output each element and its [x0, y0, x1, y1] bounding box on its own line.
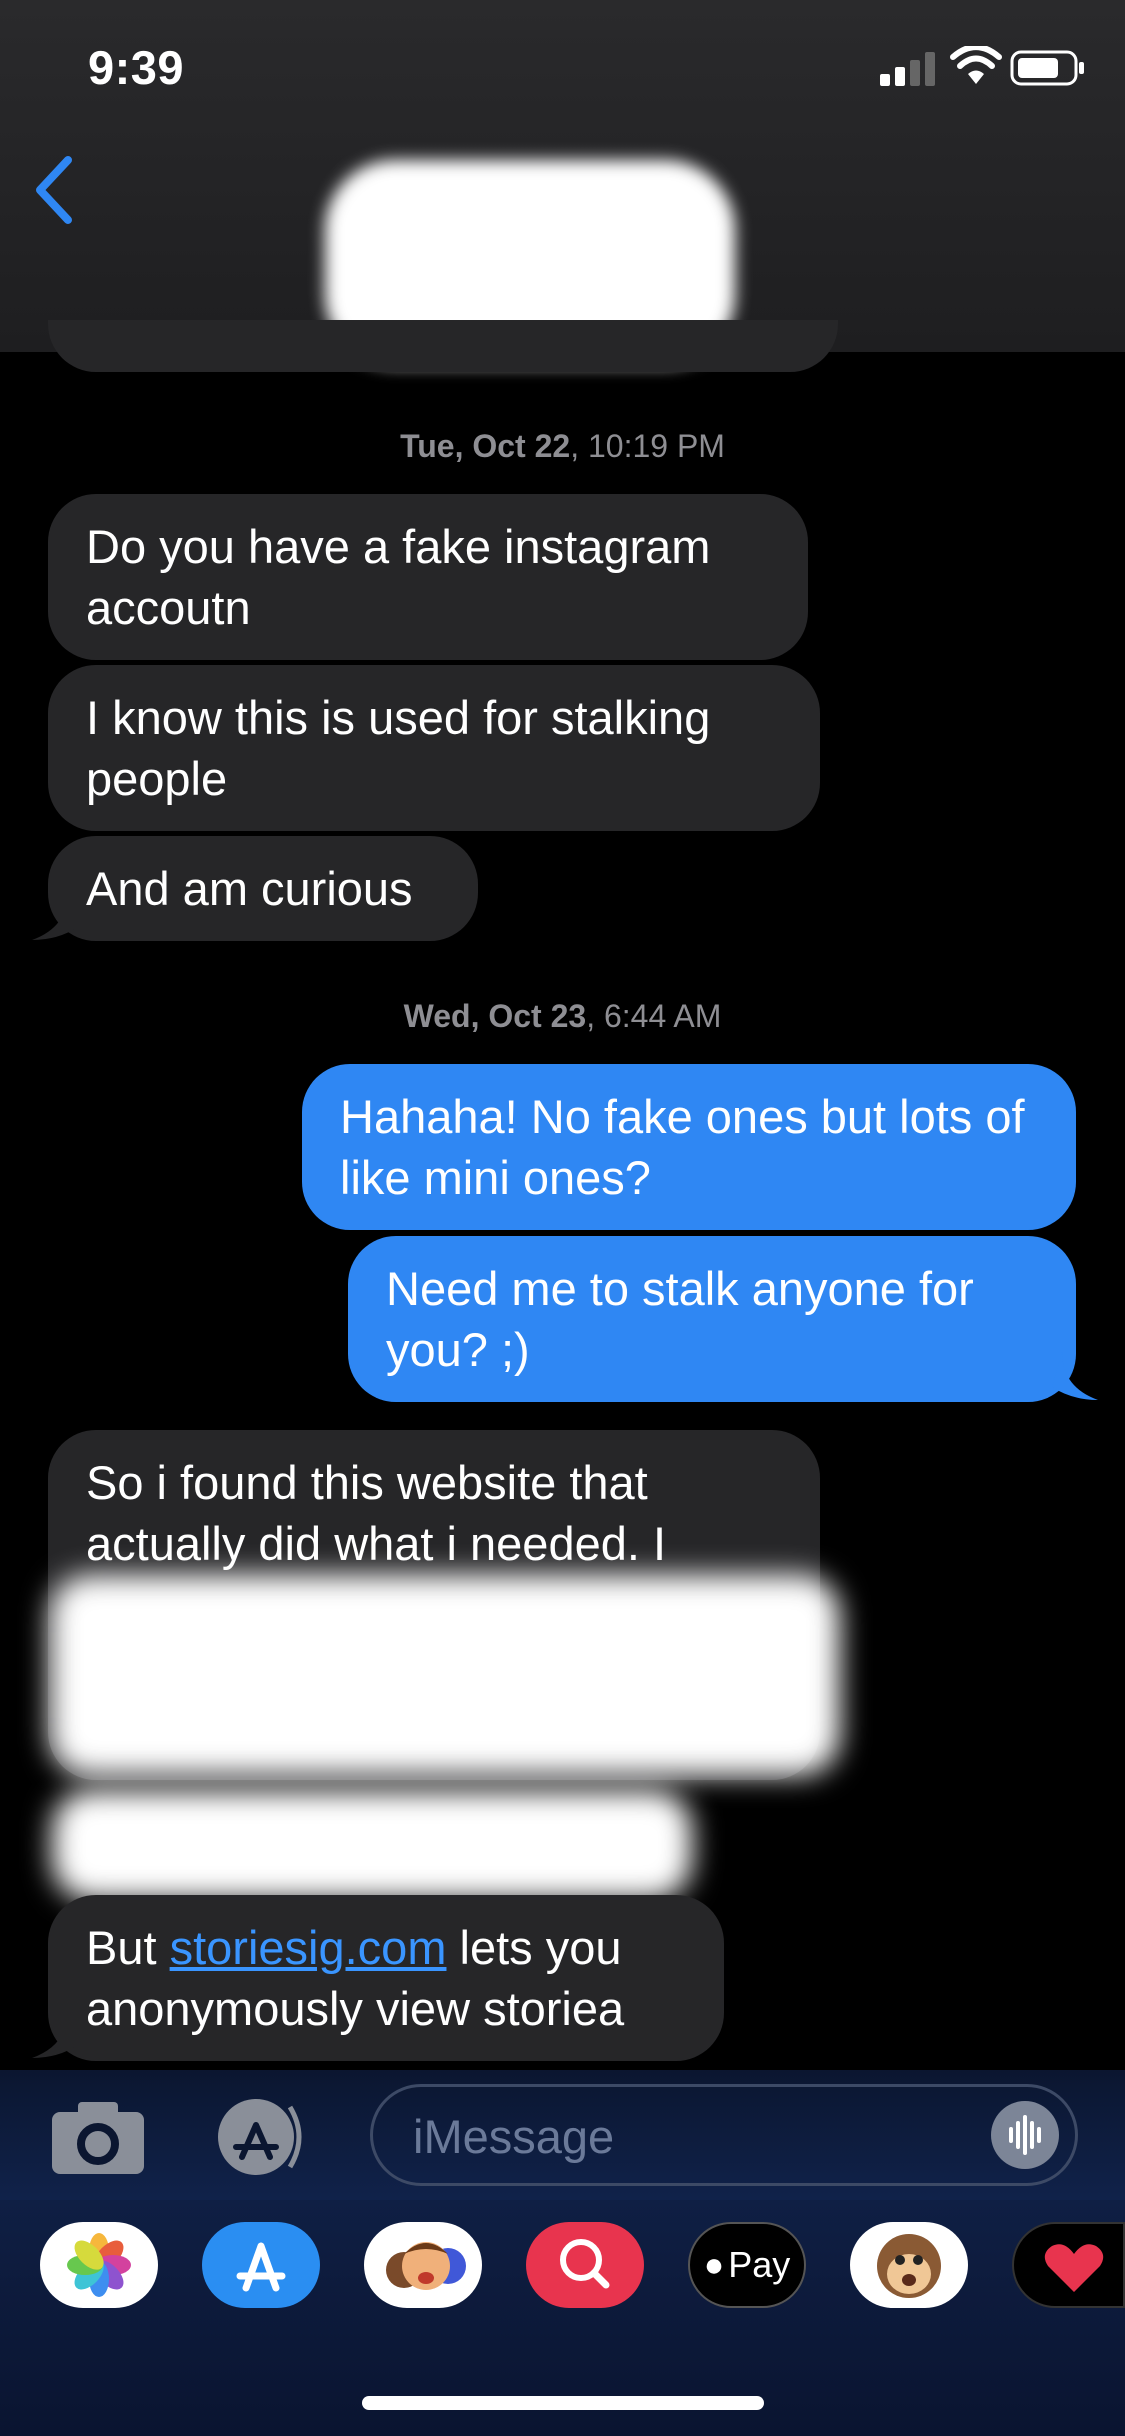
apple-pay-icon[interactable]: ● Pay [688, 2222, 806, 2308]
battery-icon [1010, 50, 1084, 86]
input-placeholder: iMessage [413, 2110, 615, 2163]
message-text: And am curious [86, 862, 413, 915]
apple-pay-label: Pay [728, 2244, 791, 2285]
previous-message-bubble [48, 320, 838, 372]
audio-message-icon[interactable] [991, 2101, 1059, 2169]
outgoing-message-bubble[interactable]: Hahaha! No fake ones but lots of like mi… [302, 1064, 1076, 1230]
app-store-button-icon[interactable] [208, 2095, 318, 2179]
message-text: So i found this website that actually di… [86, 1456, 667, 1570]
message-text: Hahaha! No fake ones but lots of like mi… [340, 1090, 1025, 1204]
bubble-tail [1052, 1352, 1098, 1400]
memoji-icon[interactable] [364, 2222, 482, 2308]
timestamp-divider: Wed, Oct 23, 6:44 AM [0, 998, 1125, 1035]
timestamp-day: Wed, Oct 23 [403, 998, 587, 1034]
incoming-message-bubble[interactable]: And am curious [48, 836, 478, 941]
home-indicator[interactable] [362, 2396, 764, 2410]
timestamp-divider: Tue, Oct 22, 10:19 PM [0, 428, 1125, 465]
message-text: Do you have a fake instagram accoutn [86, 520, 711, 634]
message-text: I know this is used for stalking people [86, 691, 711, 805]
bubble-tail [32, 2010, 78, 2058]
incoming-message-bubble[interactable]: But storiesig.com lets you anonymously v… [48, 1895, 724, 2061]
outgoing-message-bubble[interactable]: Need me to stalk anyone for you? ;) [348, 1236, 1076, 1402]
imessage-input[interactable]: iMessage [370, 2084, 1078, 2186]
search-images-icon[interactable] [526, 2222, 644, 2308]
camera-icon[interactable] [50, 2100, 146, 2176]
message-text: Need me to stalk anyone for you? ;) [386, 1262, 974, 1376]
photos-icon[interactable] [40, 2222, 158, 2308]
back-chevron-icon[interactable] [30, 150, 80, 230]
message-text: But [86, 1921, 170, 1974]
incoming-message-bubble[interactable]: I know this is used for stalking people [48, 665, 820, 831]
digital-touch-icon[interactable] [1012, 2222, 1125, 2308]
incoming-message-bubble[interactable]: Do you have a fake instagram accoutn [48, 494, 808, 660]
bubble-tail [32, 892, 78, 940]
animoji-icon[interactable] [850, 2222, 968, 2308]
timestamp-time: , 6:44 AM [586, 998, 722, 1034]
timestamp-time: , 10:19 PM [570, 428, 725, 464]
storiesig-link[interactable]: storiesig.com [170, 1921, 447, 1974]
timestamp-day: Tue, Oct 22 [400, 428, 571, 464]
app-store-icon[interactable] [202, 2222, 320, 2308]
status-time: 9:39 [88, 41, 185, 94]
redaction-overlay [52, 1790, 692, 1900]
cellular-signal-icon [880, 52, 935, 86]
wifi-icon [950, 46, 1002, 84]
redaction-overlay [50, 1575, 840, 1775]
status-bar: 9:39 [0, 0, 1125, 140]
